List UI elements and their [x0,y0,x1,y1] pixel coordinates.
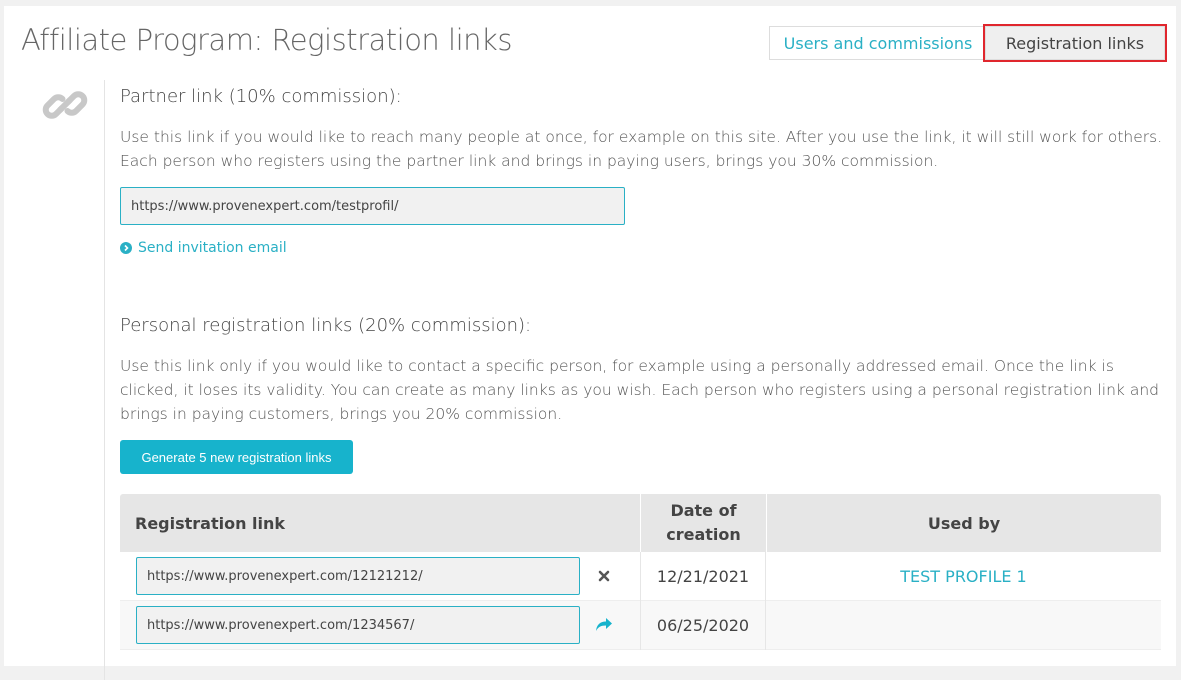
date-cell: 06/25/2020 [640,601,766,650]
column-header-used-by: Used by [766,494,1161,552]
generate-links-button[interactable]: Generate 5 new registration links [120,440,353,474]
tab-users-and-commissions[interactable]: Users and commissions [769,26,987,60]
send-invitation-link[interactable]: Send invitation email [120,240,287,256]
column-header-registration-link: Registration link [135,513,286,533]
tab-registration-links[interactable]: Registration links [983,24,1167,62]
page-title: Affiliate Program: Registration links [21,23,512,57]
column-header-date-of-creation: Date of creation [640,494,766,552]
registration-links-table: Registration link Date of creation Used … [120,494,1161,650]
partner-link-description: Use this link if you would like to reach… [120,128,1163,170]
table-row: https://www.provenexpert.com/12121212/ 1… [120,552,1161,601]
main-panel: Affiliate Program: Registration links Us… [4,6,1176,680]
chevron-right-icon [120,242,132,254]
partner-link-field[interactable]: https://www.provenexpert.com/testprofil/ [120,187,625,225]
used-by-link[interactable]: TEST PROFILE 1 [766,552,1161,601]
used-by-cell [766,601,1161,650]
partner-link-heading: Partner link (10% commission): [120,86,402,107]
close-icon[interactable] [594,566,614,586]
personal-links-heading: Personal registration links (20% commiss… [120,315,532,336]
personal-links-description: Use this link only if you would like to … [120,357,1159,423]
registration-link-field[interactable]: https://www.provenexpert.com/1234567/ [136,606,580,644]
table-header: Registration link Date of creation Used … [120,494,1161,552]
date-cell: 12/21/2021 [640,552,766,601]
table-row: https://www.provenexpert.com/1234567/ 06… [120,601,1161,650]
link-icon [42,91,88,119]
column-header-date-label: Date of creation [666,501,741,544]
share-icon[interactable] [594,615,614,635]
registration-link-field[interactable]: https://www.provenexpert.com/12121212/ [136,557,580,595]
section-divider [104,80,105,680]
send-invitation-label: Send invitation email [138,240,287,256]
